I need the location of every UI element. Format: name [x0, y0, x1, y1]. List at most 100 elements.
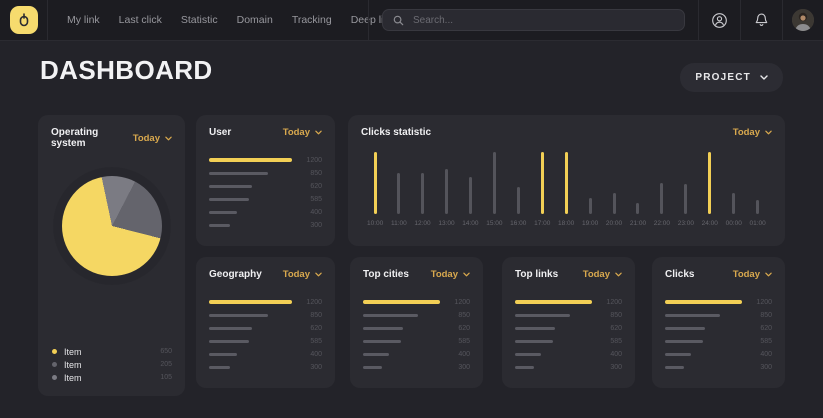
today-filter[interactable]: Today — [283, 127, 322, 138]
hbar-chart: 1200 850 620 585 400 300 — [515, 300, 622, 369]
hbar-row: 620 — [665, 326, 772, 330]
hbar-chart: 1200 850 620 585 400 300 — [209, 300, 322, 369]
account-button[interactable] — [699, 0, 740, 40]
today-filter[interactable]: Today — [733, 127, 772, 138]
time-label: 17:00 — [534, 220, 550, 227]
hbar — [363, 327, 403, 330]
search-input[interactable] — [411, 14, 674, 27]
bar-value: 1200 — [742, 299, 772, 306]
vbar-column: 15:00 — [486, 152, 502, 227]
os-pie-chart — [62, 176, 162, 276]
vbar — [565, 152, 568, 214]
hbar-row: 1200 — [209, 158, 322, 162]
today-filter[interactable]: Today — [431, 269, 470, 280]
bar-value: 850 — [292, 312, 322, 319]
bar-value: 850 — [742, 312, 772, 319]
bar-value: 300 — [292, 222, 322, 229]
vbar-column: 24:00 — [702, 152, 718, 227]
account-circle-icon — [711, 12, 728, 29]
vbar — [541, 152, 544, 214]
hbar-row: 620 — [363, 326, 470, 330]
vbar-column: 14:00 — [462, 152, 478, 227]
notifications-button[interactable] — [741, 0, 782, 40]
vbar — [756, 200, 759, 214]
time-label: 22:00 — [654, 220, 670, 227]
vbar — [660, 183, 663, 214]
search-box[interactable] — [382, 9, 685, 31]
legend-label: Item — [64, 347, 82, 357]
bar-value: 850 — [592, 312, 622, 319]
chevron-down-icon — [315, 272, 322, 277]
vbar — [732, 193, 735, 214]
hbar — [209, 158, 292, 162]
time-label: 24:00 — [702, 220, 718, 227]
top-navbar: My link Last click Statistic Domain Trac… — [0, 0, 823, 41]
bar-value: 1200 — [592, 299, 622, 306]
today-filter-label: Today — [283, 269, 310, 280]
today-filter-label: Today — [283, 127, 310, 138]
hbar-row: 300 — [209, 365, 322, 369]
legend-item: Item 105 — [52, 373, 172, 382]
hbar-row: 300 — [665, 365, 772, 369]
card-title: Top cities — [363, 269, 409, 280]
bar-value: 850 — [292, 170, 322, 177]
today-filter-label: Today — [583, 269, 610, 280]
avatar-photo — [792, 9, 814, 31]
card-header: Top links Today — [515, 269, 622, 280]
user-avatar[interactable] — [792, 9, 814, 31]
nav-item-tracking[interactable]: Tracking — [292, 14, 332, 26]
hbar-row: 400 — [363, 352, 470, 356]
hbar-row: 400 — [209, 210, 322, 214]
legend-item: Item 650 — [52, 347, 172, 356]
vbar-column: 10:00 — [367, 152, 383, 227]
vbar-column: 17:00 — [534, 152, 550, 227]
hbar-row: 850 — [209, 313, 322, 317]
project-dropdown-button[interactable]: PROJECT — [680, 63, 783, 92]
vbar-column: 18:00 — [558, 152, 574, 227]
hbar-row: 585 — [209, 339, 322, 343]
hbar-row: 620 — [209, 184, 322, 188]
vbar-column: 01:00 — [750, 152, 766, 227]
chevron-down-icon — [463, 272, 470, 277]
hbar — [363, 300, 440, 304]
hbar-row: 1200 — [515, 300, 622, 304]
legend-label: Item — [64, 373, 82, 383]
vbar-column: 19:00 — [582, 152, 598, 227]
card-clicks-statistic: Clicks statistic Today 10:00 11:00 12:00… — [348, 115, 785, 246]
hbar-row: 585 — [515, 339, 622, 343]
hbar — [363, 340, 401, 343]
bar-value: 1200 — [292, 157, 322, 164]
app-logo[interactable] — [10, 6, 38, 34]
time-label: 14:00 — [462, 220, 478, 227]
nav-item-statistic[interactable]: Statistic — [181, 14, 218, 26]
bar-value: 300 — [292, 364, 322, 371]
hbar-row: 620 — [209, 326, 322, 330]
bar-value: 585 — [742, 338, 772, 345]
today-filter-label: Today — [431, 269, 458, 280]
nav-item-domain[interactable]: Domain — [237, 14, 273, 26]
hbar-row: 400 — [515, 352, 622, 356]
today-filter[interactable]: Today — [583, 269, 622, 280]
hbar-row: 850 — [515, 313, 622, 317]
bar-value: 620 — [292, 325, 322, 332]
vbar-column: 16:00 — [510, 152, 526, 227]
hbar — [209, 211, 237, 214]
chevron-down-icon — [760, 75, 768, 80]
nav-item-my-link[interactable]: My link — [67, 14, 100, 26]
hbar — [665, 353, 691, 356]
main-nav: My link Last click Statistic Domain Trac… — [48, 0, 368, 40]
hbar — [665, 314, 720, 317]
hbar — [209, 366, 230, 369]
today-filter[interactable]: Today — [733, 269, 772, 280]
nav-item-last-click[interactable]: Last click — [119, 14, 162, 26]
today-filter[interactable]: Today — [133, 133, 172, 144]
time-label: 15:00 — [486, 220, 502, 227]
card-top-links: Top links Today 1200 850 620 585 400 300 — [502, 257, 635, 388]
hbar — [363, 366, 382, 369]
time-label: 11:00 — [391, 220, 407, 227]
vbar — [493, 152, 496, 214]
time-label: 16:00 — [510, 220, 526, 227]
today-filter[interactable]: Today — [283, 269, 322, 280]
time-label: 13:00 — [438, 220, 454, 227]
page-title: DASHBOARD — [40, 55, 213, 86]
